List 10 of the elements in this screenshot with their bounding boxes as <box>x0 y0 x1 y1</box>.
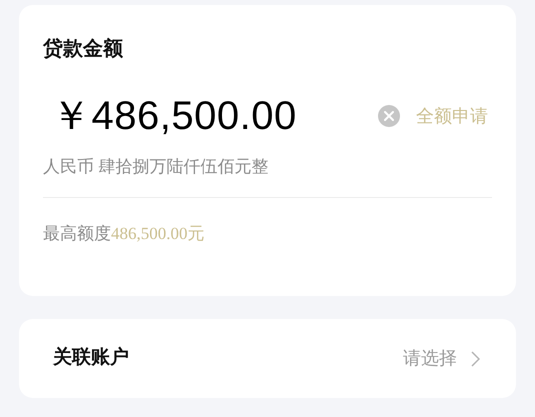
account-row[interactable]: 关联账户 请选择 <box>19 319 516 398</box>
section-title: 贷款金额 <box>43 36 124 62</box>
max-amount-value: 486,500.00元 <box>111 223 204 245</box>
account-label: 关联账户 <box>53 346 129 370</box>
max-amount-label: 最高额度 <box>43 223 111 245</box>
chevron-right-icon <box>471 350 480 366</box>
account-placeholder: 请选择 <box>403 347 457 370</box>
amount-in-words: 人民币 肆拾捌万陆仟伍佰元整 <box>43 156 270 178</box>
clear-icon[interactable] <box>378 105 400 127</box>
amount-field[interactable]: ￥486,500.00 <box>43 91 297 141</box>
